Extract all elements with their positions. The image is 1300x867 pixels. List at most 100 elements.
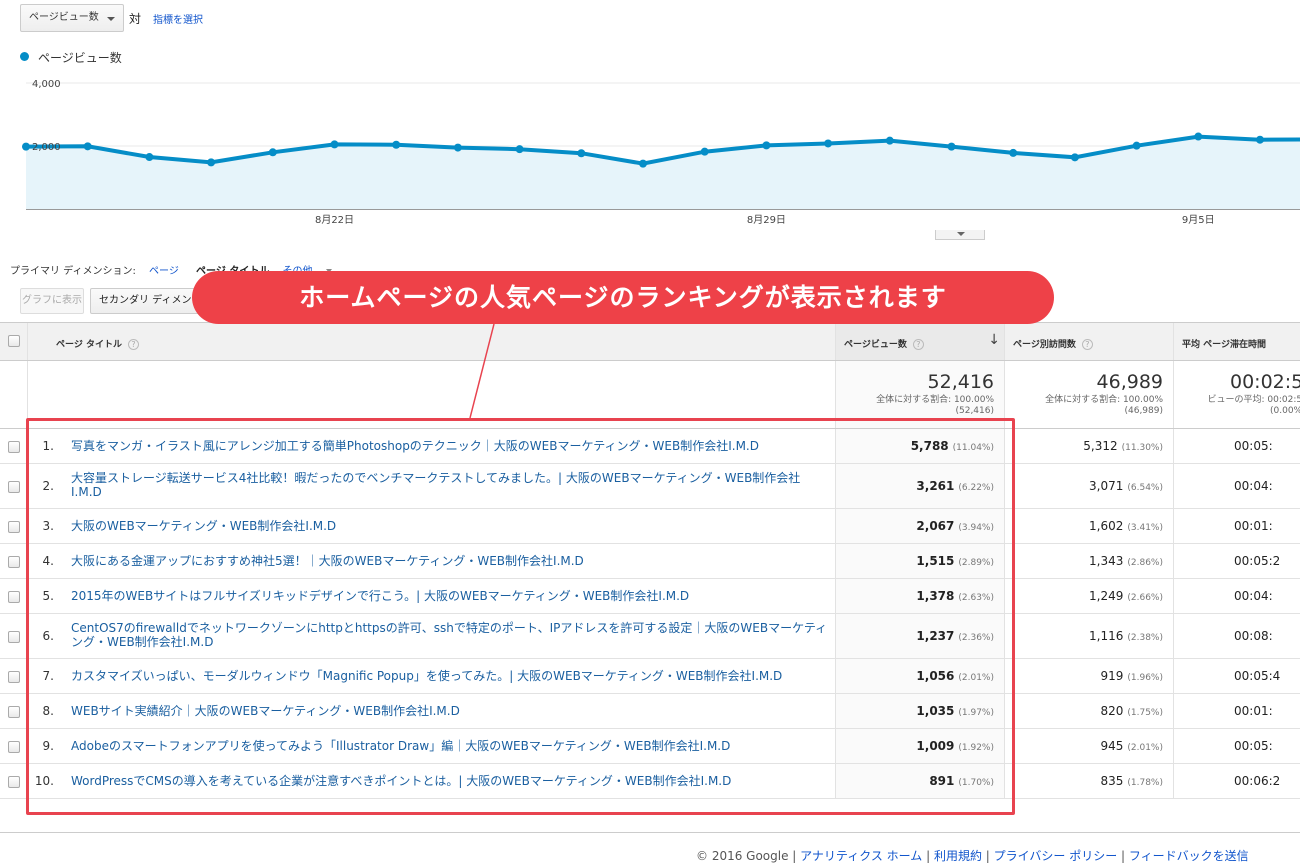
row-unique-pct: (3.41%) — [1127, 523, 1163, 533]
row-unique-cell: 5,312 (11.30%) — [1005, 429, 1174, 463]
footer-link-feedback[interactable]: フィードバックを送信 — [1129, 849, 1249, 863]
row-avgtime: 00:05: — [1234, 739, 1273, 753]
chart-point[interactable] — [1132, 141, 1141, 150]
row-avgtime: 00:05:2 — [1234, 554, 1281, 568]
chart-collapse-tab[interactable] — [935, 230, 985, 240]
legend-label: ページビュー数 — [38, 51, 122, 65]
chart-point[interactable] — [700, 147, 709, 156]
chart-point[interactable] — [207, 158, 216, 167]
row-avgtime: 00:01: — [1234, 704, 1273, 718]
row-unique-cell: 945 (2.01%) — [1005, 729, 1174, 763]
header-unique-label: ページ別訪問数 — [1013, 340, 1076, 350]
chart-point[interactable] — [83, 142, 92, 151]
row-checkbox-cell — [0, 544, 28, 578]
chart-point[interactable] — [1009, 148, 1018, 157]
chart-point[interactable] — [1256, 135, 1264, 144]
totals-unique-cell: 46,989 全体に対する割合: 100.00% (46,989) — [1005, 361, 1174, 428]
chart-point[interactable] — [268, 148, 277, 157]
row-checkbox[interactable] — [8, 705, 20, 718]
choose-metric-link[interactable]: 指標を選択 — [153, 11, 203, 26]
header-pageviews-cell[interactable]: ページビュー数? ↓ — [836, 323, 1005, 360]
row-checkbox[interactable] — [8, 555, 20, 568]
chart-point[interactable] — [515, 145, 524, 154]
row-unique-pct: (2.38%) — [1127, 633, 1163, 643]
chart-point[interactable] — [639, 159, 647, 168]
header-checkbox-cell — [0, 323, 28, 360]
row-avgtime-cell: 00:05:2 — [1174, 544, 1300, 578]
header-unique-cell[interactable]: ページ別訪問数? — [1005, 323, 1174, 360]
primary-dimension-label: プライマリ ディメンション: — [10, 266, 136, 277]
row-checkbox[interactable] — [8, 630, 20, 643]
chart-point[interactable] — [885, 136, 894, 145]
row-avgtime-cell: 00:06:2 — [1174, 764, 1300, 798]
total-unique: 46,989 — [1096, 371, 1163, 393]
x-tick-label: 8月29日 — [747, 214, 786, 226]
dimension-page-link[interactable]: ページ — [149, 266, 179, 277]
row-avgtime: 00:04: — [1234, 589, 1273, 603]
chart-point[interactable] — [330, 140, 339, 149]
row-avgtime: 00:05: — [1234, 439, 1273, 453]
select-all-checkbox[interactable] — [8, 335, 20, 347]
header-pageviews-label: ページビュー数 — [844, 340, 907, 350]
chevron-down-icon — [957, 232, 965, 236]
row-unique: 1,602 — [1089, 519, 1124, 533]
row-checkbox-cell — [0, 694, 28, 728]
chart-point[interactable] — [824, 139, 833, 148]
row-unique: 3,071 — [1089, 479, 1124, 493]
row-checkbox-cell — [0, 659, 28, 693]
footer-copyright: © 2016 Google — [696, 849, 789, 863]
row-checkbox[interactable] — [8, 520, 20, 533]
chart-point[interactable] — [762, 141, 771, 150]
sort-desc-icon[interactable]: ↓ — [988, 332, 1000, 348]
total-avgtime: 00:02:5 — [1230, 371, 1300, 393]
row-unique-cell: 1,116 (2.38%) — [1005, 614, 1174, 658]
row-checkbox[interactable] — [8, 590, 20, 603]
row-checkbox[interactable] — [8, 740, 20, 753]
help-icon[interactable]: ? — [127, 339, 139, 350]
total-pageviews-sub: 全体に対する割合: 100.00% (52,416) — [876, 395, 994, 416]
row-checkbox[interactable] — [8, 670, 20, 683]
footer-link-analytics-home[interactable]: アナリティクス ホーム — [800, 849, 922, 863]
row-avgtime: 00:01: — [1234, 519, 1273, 533]
show-in-graph-button[interactable]: グラフに表示 — [20, 288, 84, 314]
chart-point[interactable] — [22, 142, 30, 151]
header-title-cell[interactable]: ページ タイトル? — [28, 323, 836, 360]
chart-point[interactable] — [1194, 132, 1203, 141]
footer-link-privacy[interactable]: プライバシー ポリシー — [994, 849, 1118, 863]
row-unique-pct: (2.86%) — [1127, 558, 1163, 568]
row-checkbox[interactable] — [8, 775, 20, 788]
row-unique: 945 — [1100, 739, 1124, 753]
header-avgtime-cell[interactable]: 平均 ページ滞在時間 — [1174, 323, 1300, 360]
help-icon[interactable]: ? — [912, 339, 924, 350]
totals-avgtime-cell: 00:02:5 ビューの平均: 00:02:5 (0.00% — [1174, 361, 1300, 428]
row-avgtime-cell: 00:05:4 — [1174, 659, 1300, 693]
chart-point[interactable] — [392, 140, 401, 149]
help-icon[interactable]: ? — [1081, 339, 1093, 350]
chart-point[interactable] — [145, 153, 154, 162]
footer-link-terms[interactable]: 利用規約 — [934, 849, 982, 863]
chart-point[interactable] — [1070, 153, 1079, 162]
y-tick-label: 2,000 — [32, 142, 61, 153]
row-checkbox-cell — [0, 509, 28, 543]
metric-select[interactable]: ページビュー数 — [20, 4, 124, 32]
row-unique-cell: 3,071 (6.54%) — [1005, 464, 1174, 508]
chart-area — [26, 136, 1300, 209]
chart-point[interactable] — [947, 142, 956, 151]
header-title-label: ページ タイトル — [56, 340, 122, 350]
row-unique: 919 — [1100, 669, 1124, 683]
row-avgtime-cell: 00:05: — [1174, 729, 1300, 763]
chart-point[interactable] — [453, 143, 462, 152]
total-avgtime-sub: ビューの平均: 00:02:5 (0.00% — [1207, 395, 1300, 416]
row-unique-cell: 835 (1.78%) — [1005, 764, 1174, 798]
row-checkbox-cell — [0, 429, 28, 463]
row-unique-pct: (1.78%) — [1127, 778, 1163, 788]
row-unique-pct: (2.66%) — [1127, 593, 1163, 603]
chart-point[interactable] — [577, 149, 586, 158]
row-avgtime-cell: 00:01: — [1174, 509, 1300, 543]
row-checkbox[interactable] — [8, 440, 20, 453]
chevron-down-icon — [107, 17, 115, 21]
totals-checkbox-cell — [0, 361, 28, 428]
row-checkbox-cell — [0, 729, 28, 763]
row-checkbox[interactable] — [8, 480, 20, 493]
footer: © 2016 Google | アナリティクス ホーム | 利用規約 | プライ… — [696, 849, 1249, 863]
